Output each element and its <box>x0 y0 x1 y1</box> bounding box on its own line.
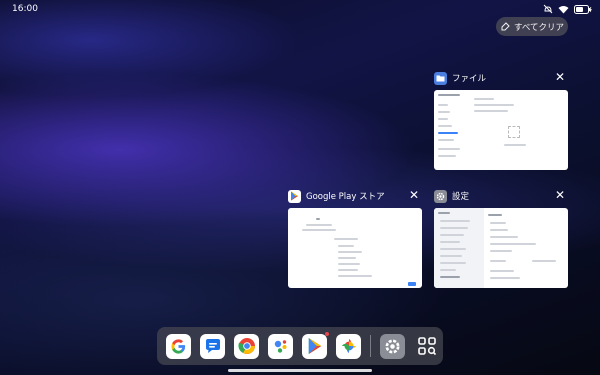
files-app-icon[interactable] <box>434 71 447 85</box>
dock <box>157 327 443 365</box>
assistant-icon <box>274 340 286 353</box>
folder-icon <box>436 75 445 82</box>
chrome-icon <box>237 338 255 354</box>
gear-icon <box>385 339 400 353</box>
messages-icon <box>205 339 220 353</box>
status-icons <box>543 4 592 14</box>
close-icon[interactable]: ✕ <box>554 71 566 83</box>
close-icon[interactable]: ✕ <box>408 189 420 201</box>
clear-all-label: すべてクリア <box>513 22 565 33</box>
dock-photos-app[interactable] <box>336 333 361 359</box>
dock-divider <box>370 335 371 357</box>
dock-app-drawer[interactable] <box>414 334 439 359</box>
do-not-disturb-icon <box>543 4 553 14</box>
card-title: 設定 <box>452 192 470 202</box>
notification-dot <box>325 331 329 336</box>
settings-app-icon[interactable] <box>434 189 447 203</box>
play-store-icon <box>308 338 321 354</box>
status-bar: 16:00 <box>0 0 600 18</box>
dock-settings-app[interactable] <box>380 333 405 359</box>
recent-card-files[interactable]: ファイル ✕ <box>434 70 568 170</box>
google-g-icon <box>171 338 186 354</box>
gear-icon <box>436 192 445 200</box>
card-header: Google Play ストア <box>288 188 422 204</box>
status-time: 16:00 <box>12 4 38 14</box>
card-title: Google Play ストア <box>306 192 385 202</box>
dock-assistant-app[interactable] <box>268 333 293 359</box>
broom-icon <box>501 21 510 30</box>
card-title: ファイル <box>452 74 487 84</box>
dock-chrome-app[interactable] <box>234 333 259 359</box>
app-thumbnail[interactable] <box>434 90 568 170</box>
card-header: 設定 <box>434 188 568 204</box>
wifi-icon <box>558 5 569 13</box>
recent-card-play-store[interactable]: Google Play ストア ✕ <box>288 188 422 288</box>
app-drawer-search-icon <box>417 337 436 356</box>
close-icon[interactable]: ✕ <box>554 189 566 201</box>
dock-google-app[interactable] <box>166 333 191 359</box>
app-thumbnail[interactable] <box>434 208 568 288</box>
clear-all-button[interactable]: すべてクリア <box>496 17 568 36</box>
battery-icon <box>574 4 592 14</box>
navigation-handle[interactable] <box>228 369 372 372</box>
recent-card-settings[interactable]: 設定 ✕ <box>434 188 568 288</box>
card-header: ファイル <box>434 70 568 86</box>
dock-play-store-app[interactable] <box>302 331 329 359</box>
play-store-icon <box>291 191 298 201</box>
app-thumbnail[interactable] <box>288 208 422 288</box>
play-store-app-icon[interactable] <box>288 189 301 203</box>
dock-messages-app[interactable] <box>200 333 225 359</box>
photos-pinwheel-icon <box>341 339 356 353</box>
